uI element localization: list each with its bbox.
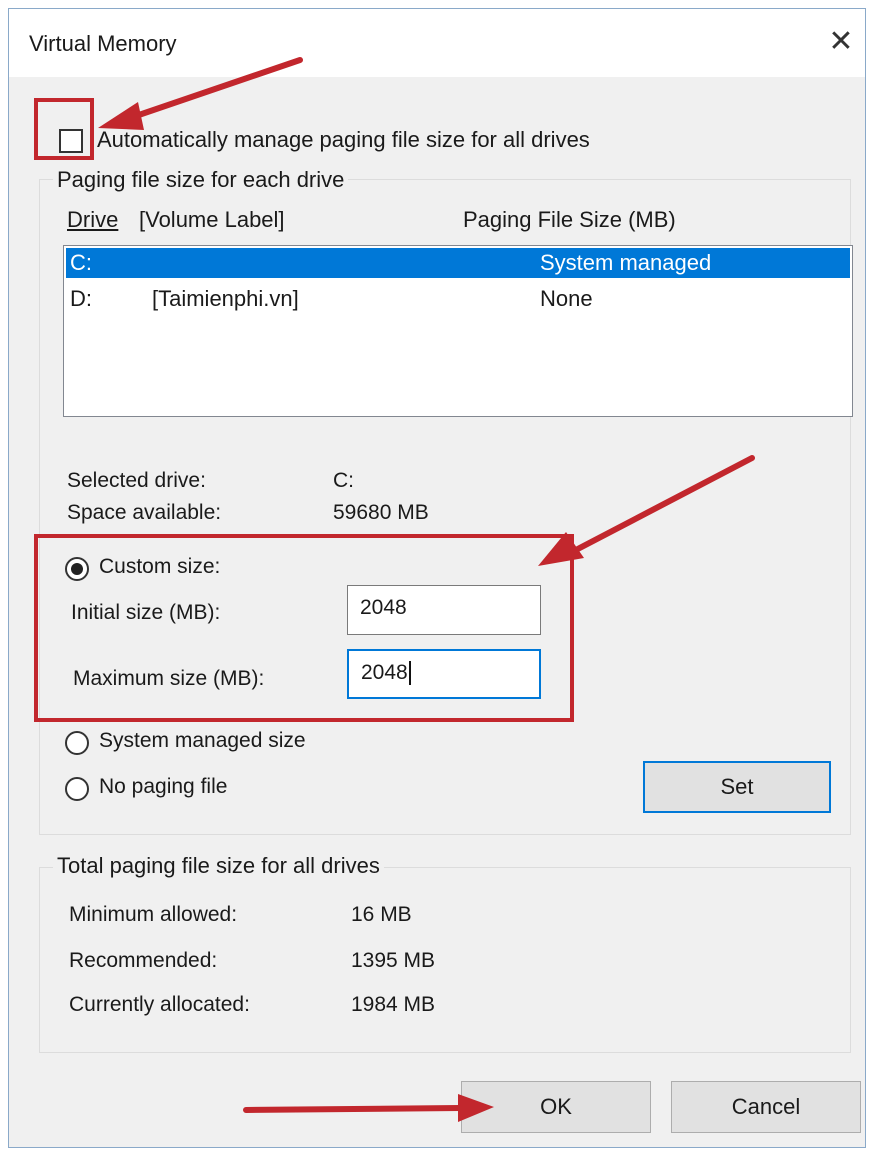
annotation-box-checkbox [34,98,94,160]
recommended-value: 1395 MB [351,949,436,972]
minimum-allowed-label: Minimum allowed: [69,903,238,926]
close-icon[interactable]: ✕ [825,27,857,59]
per-drive-group-caption: Paging file size for each drive [53,167,349,193]
annotation-box-custom-size [34,534,574,722]
currently-allocated-value: 1984 MB [351,993,436,1016]
drive-list[interactable]: C: System managed D: [Taimienphi.vn] Non… [63,245,853,417]
drive-paging-size: None [540,286,593,311]
drive-letter: D: [70,286,92,311]
set-button[interactable]: Set [643,761,831,813]
column-header-volume: [Volume Label] [139,207,285,232]
ok-button[interactable]: OK [461,1081,651,1133]
space-available-label: Space available: [67,501,222,524]
system-managed-radio[interactable] [65,731,89,755]
currently-allocated-label: Currently allocated: [69,993,250,1016]
drive-row-c[interactable]: C: System managed [66,248,850,278]
selected-drive-label: Selected drive: [67,469,206,492]
no-paging-radio[interactable] [65,777,89,801]
drive-paging-size: System managed [540,250,712,275]
auto-manage-label[interactable]: Automatically manage paging file size fo… [97,127,590,153]
column-header-size: Paging File Size (MB) [463,207,676,232]
system-managed-label[interactable]: System managed size [99,729,306,753]
minimum-allowed-value: 16 MB [351,903,412,926]
cancel-button[interactable]: Cancel [671,1081,861,1133]
totals-group-caption: Total paging file size for all drives [53,853,384,879]
drive-letter: C: [70,250,92,275]
column-header-drive: Drive [67,207,119,232]
drive-volume-label: [Taimienphi.vn] [152,286,299,311]
space-available-value: 59680 MB [333,501,429,524]
drive-row-d[interactable]: D: [Taimienphi.vn] None [66,284,850,314]
no-paging-label[interactable]: No paging file [99,775,227,799]
recommended-label: Recommended: [69,949,218,972]
title-bar: Virtual Memory ✕ [9,9,865,77]
selected-drive-value: C: [333,469,354,492]
window-title: Virtual Memory [29,31,177,56]
